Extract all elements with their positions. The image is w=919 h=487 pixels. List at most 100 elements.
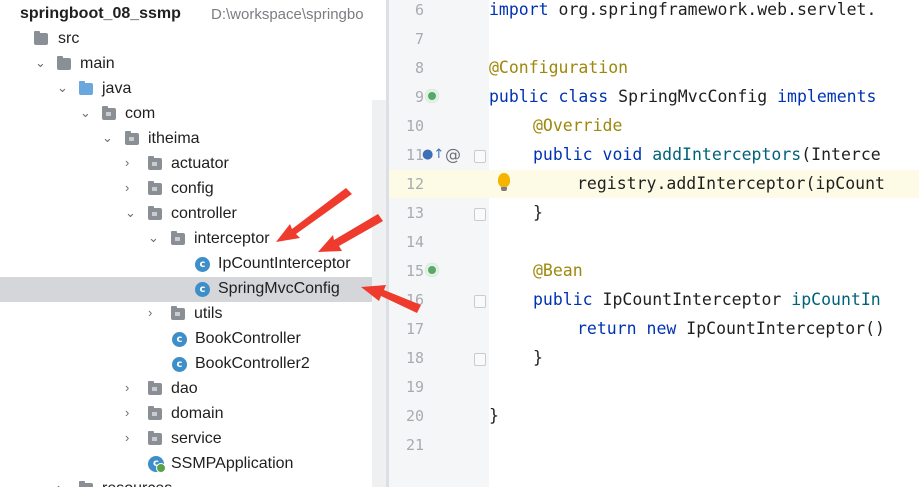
type-name: IpCountInterceptor xyxy=(592,290,792,309)
chevron-right-icon[interactable]: › xyxy=(125,381,135,394)
tree-item-label: SSMPApplication xyxy=(171,455,294,472)
folder-icon xyxy=(34,31,48,45)
code-text: org.springframework.web.servlet. xyxy=(548,0,877,19)
package-icon xyxy=(148,431,162,445)
tree-item-resources[interactable]: › resources xyxy=(0,477,372,487)
line-number: 6 xyxy=(414,1,424,19)
package-icon xyxy=(171,306,185,320)
method-name: ipCountIn xyxy=(791,290,881,309)
keyword: return new xyxy=(577,319,677,338)
class-icon: c xyxy=(172,332,187,347)
chevron-down-icon[interactable]: ⌄ xyxy=(57,81,68,94)
tree-item-bookcontroller[interactable]: c BookController xyxy=(0,327,372,352)
tree-item-ssmpapplication[interactable]: c SSMPApplication xyxy=(0,452,372,477)
tree-item-label: utils xyxy=(194,305,223,322)
annotation: @Override xyxy=(533,116,623,135)
spring-boot-class-icon: c xyxy=(148,456,166,473)
package-icon xyxy=(148,206,162,220)
folder-icon xyxy=(79,481,93,487)
tree-scrollbar[interactable] xyxy=(372,100,386,487)
package-icon xyxy=(125,131,139,145)
line-number: 19 xyxy=(405,378,424,396)
code-editor[interactable]: import org.springframework.web.servlet. … xyxy=(489,0,919,487)
tree-item-label: service xyxy=(171,430,222,447)
chevron-down-icon[interactable]: ⌄ xyxy=(35,56,46,69)
lightbulb-icon[interactable] xyxy=(498,173,510,191)
fold-marker-icon[interactable] xyxy=(474,295,486,308)
spring-config-gutter-icon[interactable] xyxy=(425,89,439,103)
tree-item-actuator[interactable]: › actuator xyxy=(0,152,372,177)
tree-item-label: com xyxy=(125,105,156,122)
keyword: import xyxy=(489,0,549,19)
tree-item-label: domain xyxy=(171,405,224,422)
line-number: 13 xyxy=(405,204,424,222)
tree-item-label: config xyxy=(171,180,214,197)
chevron-right-icon[interactable]: › xyxy=(125,181,135,194)
package-icon xyxy=(171,231,185,245)
tree-item-label: src xyxy=(58,30,80,47)
code-line-20: } xyxy=(489,406,499,425)
line-number: 9 xyxy=(414,88,424,106)
tree-item-bookcontroller2[interactable]: c BookController2 xyxy=(0,352,372,377)
tree-item-controller[interactable]: ⌄ controller xyxy=(0,202,372,227)
folder-icon xyxy=(57,56,71,70)
class-icon: c xyxy=(195,282,210,297)
chevron-right-icon[interactable]: › xyxy=(125,156,135,169)
tree-item-label: actuator xyxy=(171,155,229,172)
tree-item-domain[interactable]: › domain xyxy=(0,402,372,427)
tree-item-springmvcconfig[interactable]: c SpringMvcConfig xyxy=(0,277,372,302)
code-text: (Interce xyxy=(801,145,881,164)
chevron-down-icon[interactable]: ⌄ xyxy=(80,106,91,119)
class-name: SpringMvcConfig xyxy=(608,87,778,106)
tree-item-src[interactable]: src xyxy=(0,27,372,52)
chevron-right-icon[interactable]: › xyxy=(57,481,67,487)
code-line-18: } xyxy=(533,348,543,367)
code-line-12: registry.addInterceptor(ipCount xyxy=(577,174,885,193)
keyword: implements xyxy=(777,87,877,106)
fold-marker-icon[interactable] xyxy=(474,353,486,366)
keyword: public class xyxy=(489,87,609,106)
fold-marker-icon[interactable] xyxy=(474,150,486,163)
method-name: addInterceptors xyxy=(652,145,802,164)
tree-item-service[interactable]: › service xyxy=(0,427,372,452)
annotation-at-icon[interactable]: @ xyxy=(445,145,461,164)
editor-gutter: 6 7 8 9 10 11 12 13 14 15 16 17 18 19 20… xyxy=(389,0,489,487)
chevron-right-icon[interactable]: › xyxy=(125,406,135,419)
tree-item-interceptor[interactable]: ⌄ interceptor xyxy=(0,227,372,252)
keyword: public xyxy=(533,290,593,309)
code-text: } xyxy=(489,406,499,425)
tree-item-java[interactable]: ⌄ java xyxy=(0,77,372,102)
code-text: } xyxy=(533,203,543,222)
chevron-down-icon[interactable]: ⌄ xyxy=(102,131,113,144)
chevron-down-icon[interactable]: ⌄ xyxy=(148,231,159,244)
fold-marker-icon[interactable] xyxy=(474,208,486,221)
line-number: 7 xyxy=(414,30,424,48)
tree-item-utils[interactable]: › utils xyxy=(0,302,372,327)
package-icon xyxy=(148,181,162,195)
annotation: @Configuration xyxy=(489,58,629,77)
chevron-down-icon[interactable]: ⌄ xyxy=(125,206,136,219)
tree-item-label: interceptor xyxy=(194,230,270,247)
tree-item-label: IpCountInterceptor xyxy=(218,255,351,272)
tree-item-ipcountinterceptor[interactable]: c IpCountInterceptor xyxy=(0,252,372,277)
chevron-right-icon[interactable]: › xyxy=(125,431,135,444)
project-root-row[interactable]: springboot_08_ssmp D:\workspace\springbo xyxy=(0,2,372,27)
source-folder-icon xyxy=(79,81,93,95)
code-line-11: public void addInterceptors(Interce xyxy=(533,145,881,164)
spring-bean-gutter-icon[interactable] xyxy=(425,263,439,277)
tree-item-com[interactable]: ⌄ com xyxy=(0,102,372,127)
override-method-gutter-icon[interactable]: ●↑ xyxy=(422,147,444,163)
tree-item-dao[interactable]: › dao xyxy=(0,377,372,402)
class-icon: c xyxy=(195,257,210,272)
tree-item-main[interactable]: ⌄ main xyxy=(0,52,372,77)
tree-item-label: dao xyxy=(171,380,198,397)
code-line-9: public class SpringMvcConfig implements xyxy=(489,87,876,106)
line-number: 11 xyxy=(405,146,424,164)
tree-item-itheima[interactable]: ⌄ itheima xyxy=(0,127,372,152)
code-line-17: return new IpCountInterceptor() xyxy=(577,319,885,338)
keyword: public void xyxy=(533,145,643,164)
tree-item-config[interactable]: › config xyxy=(0,177,372,202)
line-number: 16 xyxy=(405,291,424,309)
chevron-right-icon[interactable]: › xyxy=(148,306,158,319)
code-line-13: } xyxy=(533,203,543,222)
